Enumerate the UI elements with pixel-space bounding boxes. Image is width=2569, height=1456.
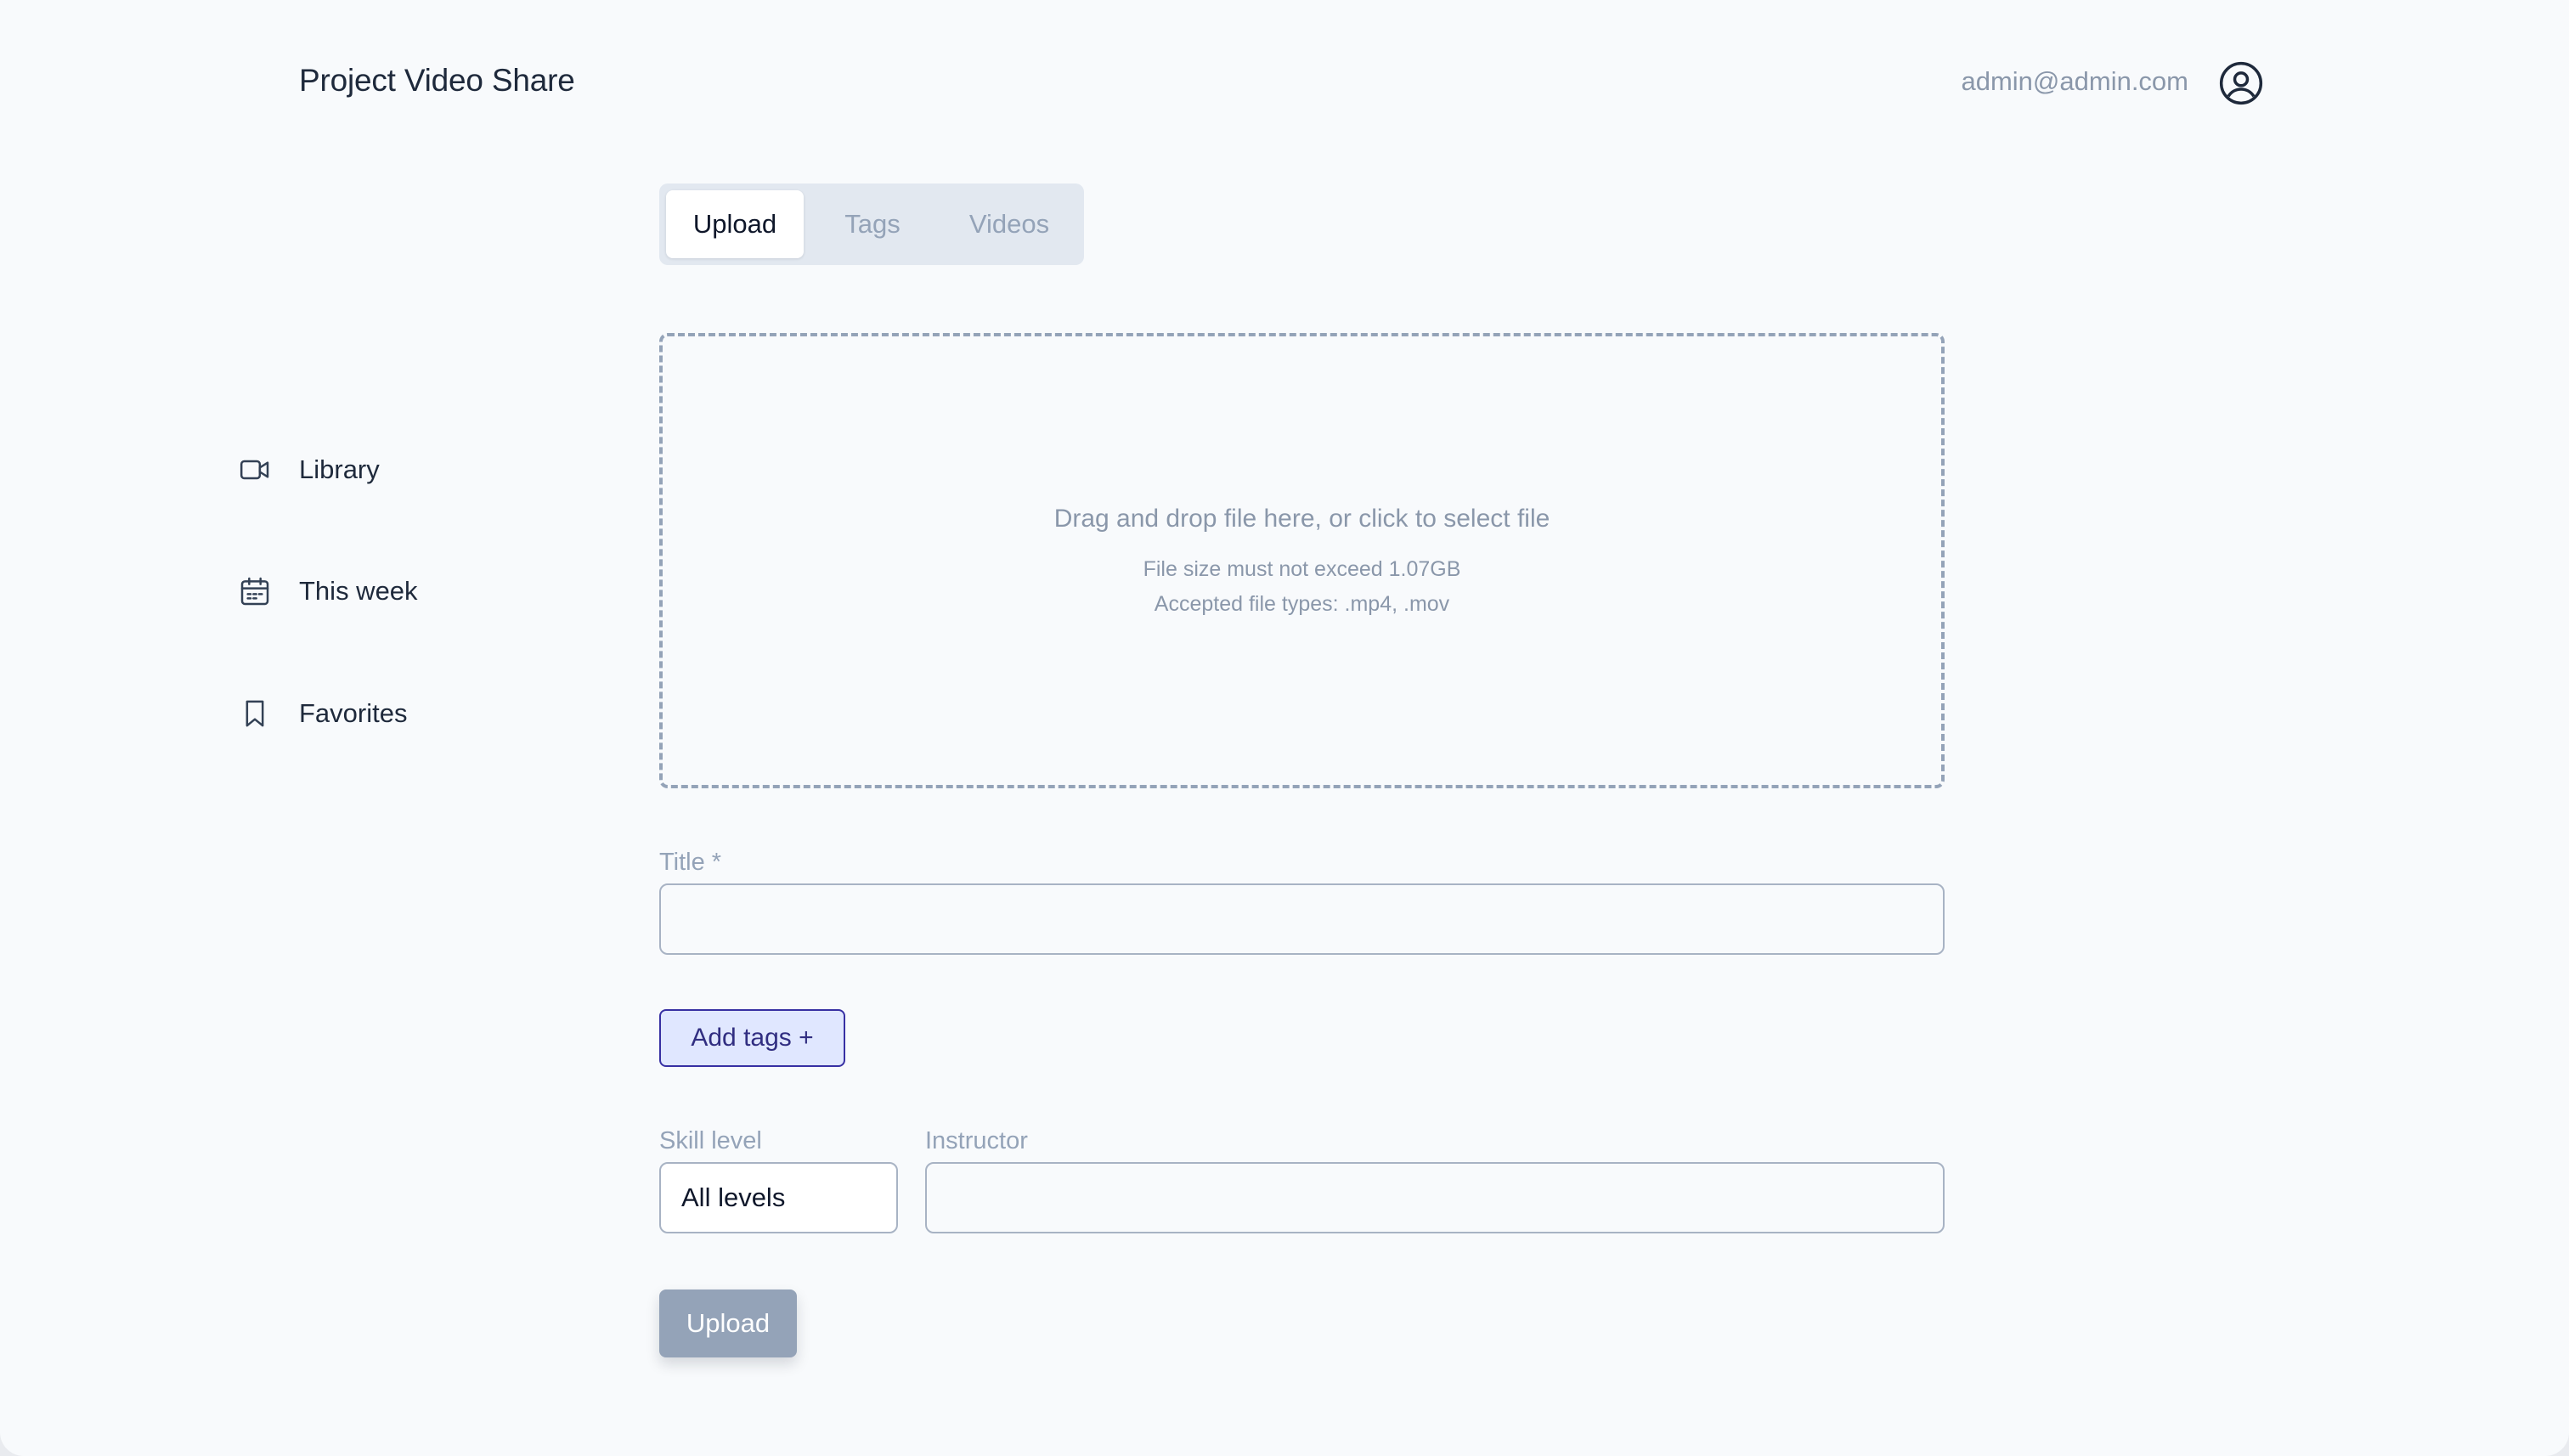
dropzone-file-types: Accepted file types: .mp4, .mov (1154, 592, 1450, 616)
tab-bar: Upload Tags Videos (659, 183, 1084, 265)
sidebar-item-favorites[interactable]: Favorites (238, 688, 407, 739)
dropzone-instruction: Drag and drop file here, or click to sel… (1053, 505, 1550, 533)
sidebar-item-label: Library (299, 454, 380, 484)
app-title[interactable]: Project Video Share (299, 63, 575, 99)
sidebar-item-library[interactable]: Library (238, 444, 380, 495)
video-icon (240, 460, 269, 480)
instructor-input[interactable] (925, 1162, 1945, 1233)
sidebar-item-label: This week (299, 576, 418, 606)
file-dropzone[interactable]: Drag and drop file here, or click to sel… (659, 333, 1945, 788)
bookmark-icon (246, 700, 264, 727)
calendar-icon (240, 577, 269, 606)
skill-level-value: All levels (681, 1182, 786, 1212)
skill-level-label: Skill level (659, 1127, 762, 1154)
title-label: Title * (659, 849, 722, 876)
dropzone-size-limit: File size must not exceed 1.07GB (1143, 557, 1461, 581)
tab-tags[interactable]: Tags (804, 190, 941, 258)
sidebar-item-label: Favorites (299, 698, 408, 728)
user-avatar-icon[interactable] (2217, 59, 2265, 107)
title-input[interactable] (659, 883, 1945, 955)
upload-button[interactable]: Upload (659, 1290, 797, 1357)
add-tags-button[interactable]: Add tags + (659, 1009, 845, 1067)
sidebar-item-this-week[interactable]: This week (238, 566, 418, 617)
tab-upload[interactable]: Upload (666, 190, 804, 258)
user-email: admin@admin.com (1961, 66, 2188, 96)
tab-videos[interactable]: Videos (941, 190, 1077, 258)
app-window: Project Video Share admin@admin.com Libr… (0, 0, 2569, 1456)
instructor-label: Instructor (925, 1127, 1028, 1154)
skill-level-select[interactable]: All levels (659, 1162, 898, 1233)
